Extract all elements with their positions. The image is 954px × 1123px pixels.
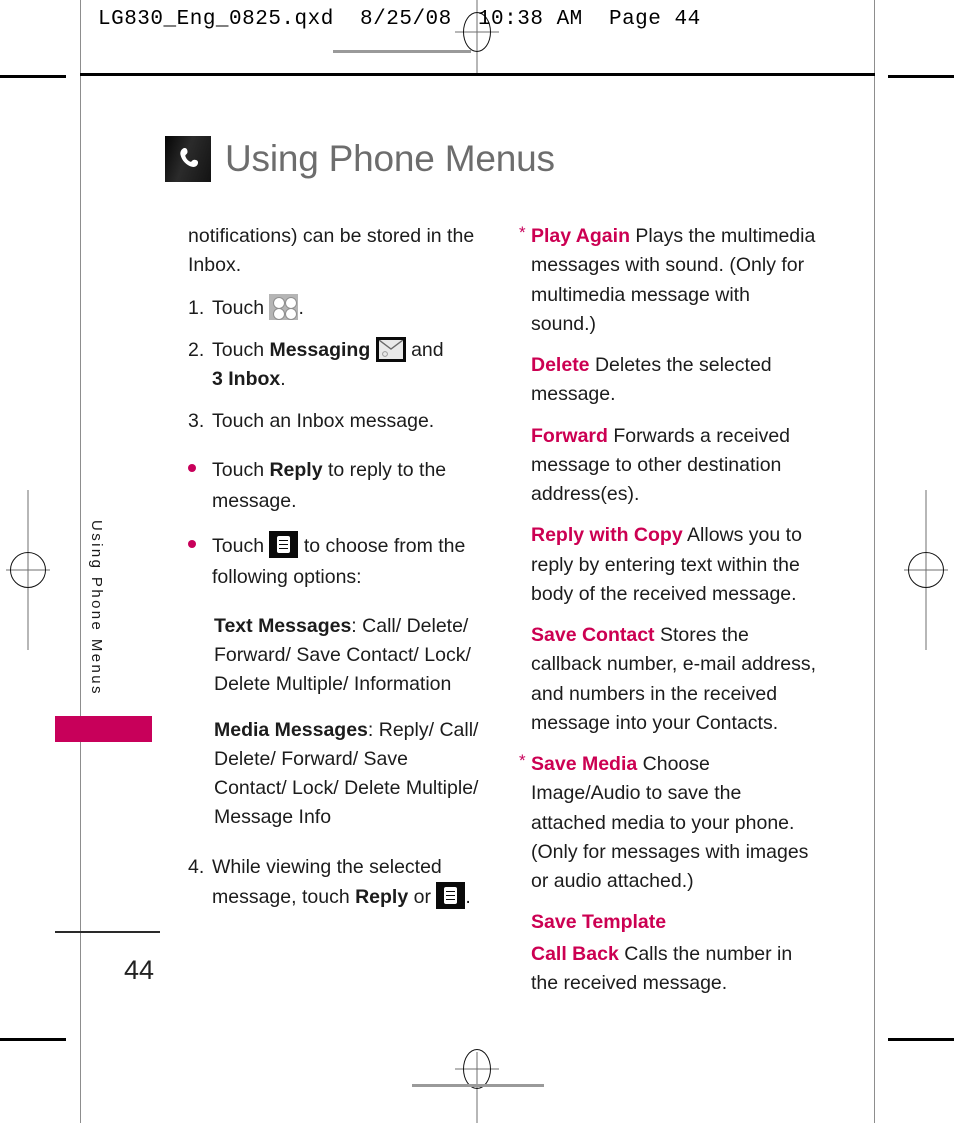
bullet-1: Touch Reply to reply to the message.: [188, 455, 480, 518]
bullet-1-text: Touch Reply to reply to the message.: [212, 455, 480, 518]
step-4-text: While viewing the selected message, touc…: [212, 853, 480, 913]
step-1-pre: Touch: [212, 296, 270, 319]
crop-mark-bottom-left: [0, 1038, 66, 1041]
step-4: 4. While viewing the selected message, t…: [188, 853, 480, 913]
bullet-dot-icon: [188, 455, 212, 518]
side-tab-label: Using Phone Menus: [88, 520, 105, 696]
option-save-contact: Save Contact Stores the callback number,…: [519, 621, 819, 738]
intro-paragraph: notifications) can be stored in the Inbo…: [188, 225, 475, 277]
asterisk-marker: *: [519, 751, 526, 770]
crop-mark-bottom-right: [888, 1038, 954, 1041]
phone-handset-icon: [165, 136, 211, 182]
list-menu-icon: [436, 881, 466, 909]
bullet-2: Touch to choose from the following optio…: [188, 530, 480, 594]
step-2-bold-inbox: 3 Inbox: [212, 368, 281, 390]
bullet-2-text: Touch to choose from the following optio…: [212, 530, 480, 594]
registration-mark-bottom: [455, 1049, 499, 1123]
option-reply-with-copy-term: Reply with Copy: [531, 524, 683, 547]
option-play-again-term: Play Again: [531, 225, 630, 247]
step-3: 3. Touch an Inbox message.: [188, 407, 480, 436]
asterisk-marker: [519, 422, 531, 510]
bullet-1-pre: Touch: [212, 458, 270, 481]
page-frame-right: [874, 0, 875, 1123]
step-4-post: .: [465, 885, 471, 908]
option-list-media-messages-sep: :: [367, 718, 379, 741]
step-4-number: 4.: [188, 855, 205, 878]
step-2-pre: Touch: [212, 338, 270, 361]
option-call-back-term: Call Back: [531, 942, 619, 965]
step-2-text: Touch Messaging and 3 Inbox.: [212, 336, 480, 395]
footer-rule: [55, 931, 160, 933]
registration-bar-bottom: [412, 1084, 544, 1087]
asterisk-marker: [519, 908, 531, 937]
envelope-icon: [375, 336, 406, 362]
side-tab-marker: [55, 716, 152, 742]
page-title: Using Phone Menus: [165, 136, 555, 182]
print-slug: LG830_Eng_0825.qxd 8/25/08 10:38 AM Page…: [98, 8, 701, 31]
option-delete: Delete Deletes the selected message.: [519, 351, 819, 410]
page-title-text: Using Phone Menus: [225, 138, 555, 179]
left-column: notifications) can be stored in the Inbo…: [188, 222, 480, 925]
option-list-media-messages: Media Messages: Reply/ Call/ Delete/ For…: [214, 716, 480, 833]
list-menu-icon: [269, 530, 299, 558]
option-list-text-messages-sep: :: [351, 614, 363, 637]
step-2: 2. Touch Messaging and 3 Inbox.: [188, 336, 480, 395]
registration-mark-right: [904, 490, 948, 650]
step-2-mid: and: [405, 338, 444, 361]
step-3-text: Touch an Inbox message.: [212, 410, 435, 433]
option-save-template-term: Save Template: [531, 911, 667, 934]
option-reply-with-copy: Reply with Copy Allows you to reply by e…: [519, 521, 819, 609]
registration-mark-left: [6, 490, 50, 650]
asterisk-marker: *: [519, 223, 526, 242]
right-column: * Play Again Plays the multimedia messag…: [519, 222, 819, 1010]
step-4-mid: or: [408, 885, 437, 908]
asterisk-marker: [519, 940, 531, 999]
step-1-number: 1.: [188, 296, 205, 319]
step-2-number: 2.: [188, 338, 205, 361]
option-call-back: Call Back Calls the number in the receiv…: [519, 940, 819, 999]
option-save-template: Save Template: [519, 908, 819, 937]
option-save-media-term: Save Media: [531, 753, 638, 775]
option-forward-term: Forward: [531, 424, 608, 447]
crop-mark-top-right: [888, 75, 954, 78]
asterisk-marker: [519, 521, 531, 609]
step-1-text: Touch .: [212, 293, 480, 323]
step-1-post: .: [298, 296, 304, 319]
step-4-bold-reply: Reply: [355, 885, 409, 908]
page-number: 44: [124, 955, 155, 985]
step-3-number: 3.: [188, 410, 205, 433]
step-2-bold-messaging: Messaging: [269, 338, 371, 361]
bullet-dot-icon: [188, 531, 212, 594]
option-forward: Forward Forwards a received message to o…: [519, 422, 819, 510]
option-save-media: * Save Media Choose Image/Audio to save …: [519, 750, 819, 896]
option-play-again: * Play Again Plays the multimedia messag…: [519, 222, 819, 339]
page-frame-top: [80, 73, 875, 76]
asterisk-marker: [519, 621, 531, 738]
slug-rule: [333, 50, 471, 53]
option-list-media-messages-label: Media Messages: [214, 718, 368, 741]
step-1: 1. Touch .: [188, 293, 480, 323]
option-save-contact-term: Save Contact: [531, 624, 655, 646]
asterisk-marker: [519, 351, 531, 410]
crop-mark-top-left: [0, 75, 66, 78]
step-2-post: .: [280, 368, 286, 390]
option-delete-term: Delete: [531, 354, 590, 376]
option-list-text-messages: Text Messages: Call/ Delete/ Forward/ Sa…: [214, 612, 480, 700]
bullet-1-bold-reply: Reply: [269, 458, 323, 481]
option-list-text-messages-label: Text Messages: [214, 614, 352, 637]
page-frame-left: [80, 0, 81, 1123]
bullet-2-pre: Touch: [212, 534, 270, 557]
grid-menu-icon: [269, 293, 299, 320]
